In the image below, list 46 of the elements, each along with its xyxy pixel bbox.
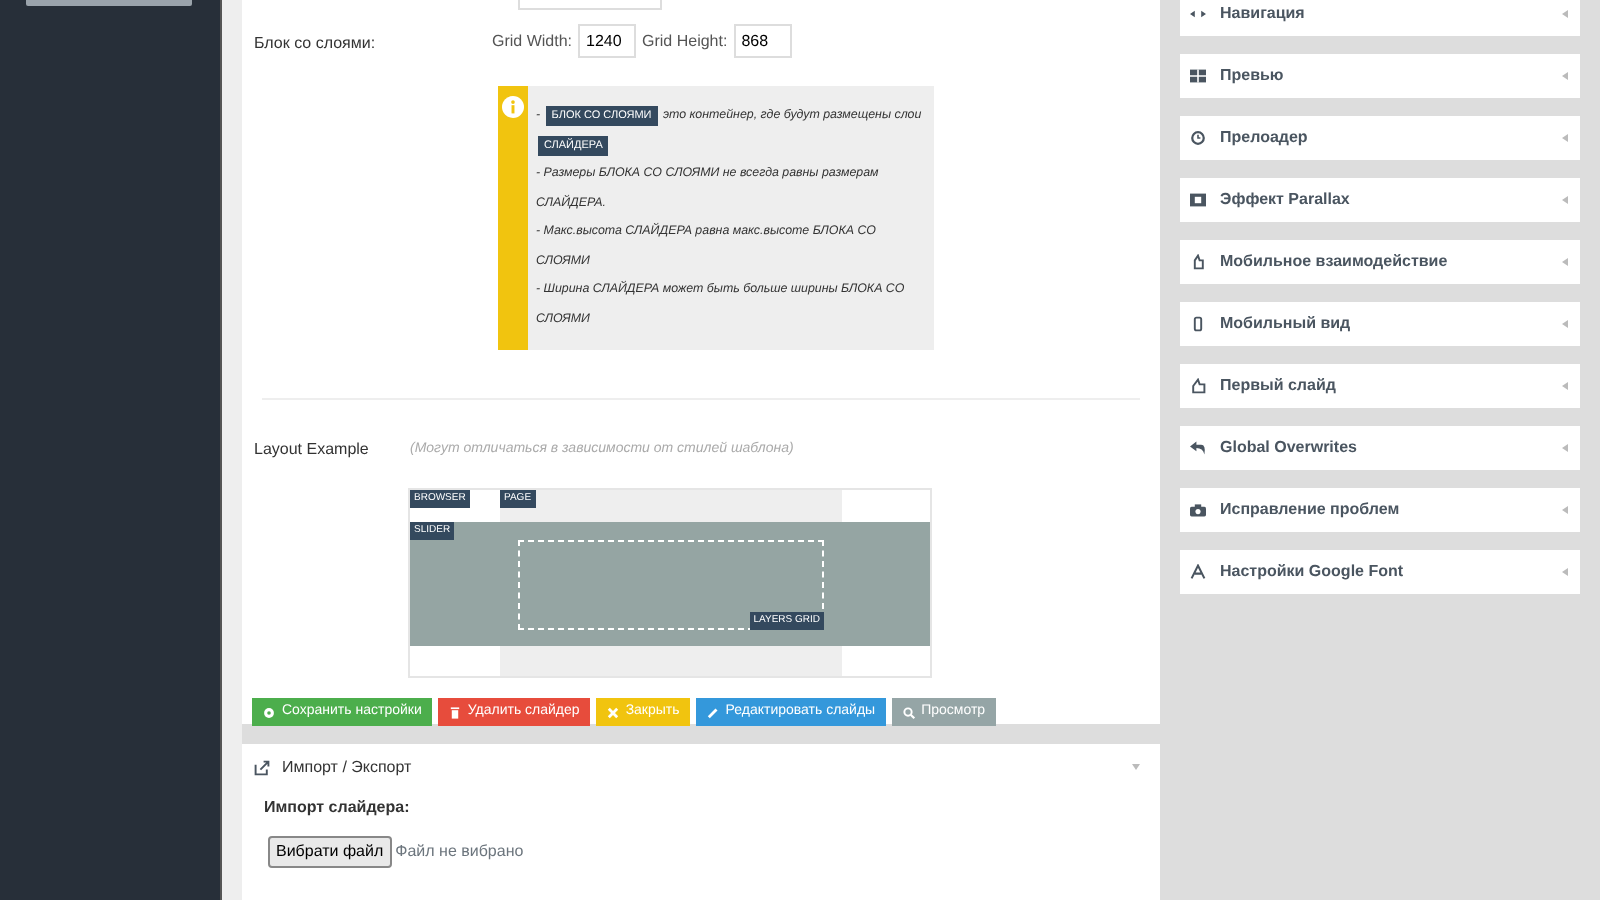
collapse-icon [1562, 196, 1568, 204]
collapse-icon[interactable] [1132, 764, 1140, 772]
collapse-icon [1562, 258, 1568, 266]
film-icon [1190, 192, 1206, 208]
clock-icon [1190, 130, 1206, 146]
panel-header[interactable]: Навигация [1180, 0, 1580, 36]
collapse-icon [1562, 506, 1568, 514]
panel-header[interactable]: Global Overwrites [1180, 426, 1580, 470]
panel-header[interactable]: Исправление проблем [1180, 488, 1580, 532]
collapse-icon [1562, 444, 1568, 452]
arrows-icon [1190, 6, 1206, 22]
pencil-icon [705, 705, 720, 719]
collapse-icon [1562, 10, 1568, 18]
collapse-icon [1562, 382, 1568, 390]
collapse-icon [1562, 320, 1568, 328]
camera-icon [1190, 502, 1206, 518]
field-label: Grid Height: [642, 29, 728, 53]
panel-header[interactable]: Прелоадер [1180, 116, 1580, 160]
input-field[interactable]: 1240 [578, 24, 637, 58]
field-label: Grid Width: [492, 29, 573, 53]
gear-icon [262, 705, 276, 719]
grid-icon [1190, 68, 1206, 84]
panel-header[interactable]: Настройки Google Font [1180, 550, 1580, 594]
panel-header[interactable]: Мобильное взаимодействие [1180, 240, 1580, 284]
collapse-icon [1562, 568, 1568, 576]
panel-header[interactable]: Превью [1180, 54, 1580, 98]
field-label: Layout Example [254, 438, 371, 462]
search-icon [901, 705, 916, 719]
export-icon [254, 760, 270, 776]
field-label: Блок со слоями: [254, 32, 378, 56]
collapse-icon [1562, 134, 1568, 142]
input-field[interactable]: 868 [733, 24, 792, 58]
trash-icon [447, 705, 462, 719]
panel-header[interactable]: Эффект Parallax [1180, 178, 1580, 222]
input-field[interactable] [518, 0, 662, 10]
font-icon [1190, 564, 1206, 580]
file-button[interactable]: Вибрати файл [268, 836, 392, 868]
reply-icon [1190, 440, 1206, 456]
panel-header[interactable]: Мобильный вид [1180, 302, 1580, 346]
file-status: Файл не вибрано [395, 840, 524, 864]
field-label: Импорт слайдера: [264, 796, 412, 820]
panel-header[interactable]: Первый слайд [1180, 364, 1580, 408]
panel-title: Импорт / Экспорт [282, 756, 414, 780]
phone-icon [1190, 316, 1206, 332]
collapse-icon [1562, 72, 1568, 80]
close-icon [605, 705, 620, 719]
